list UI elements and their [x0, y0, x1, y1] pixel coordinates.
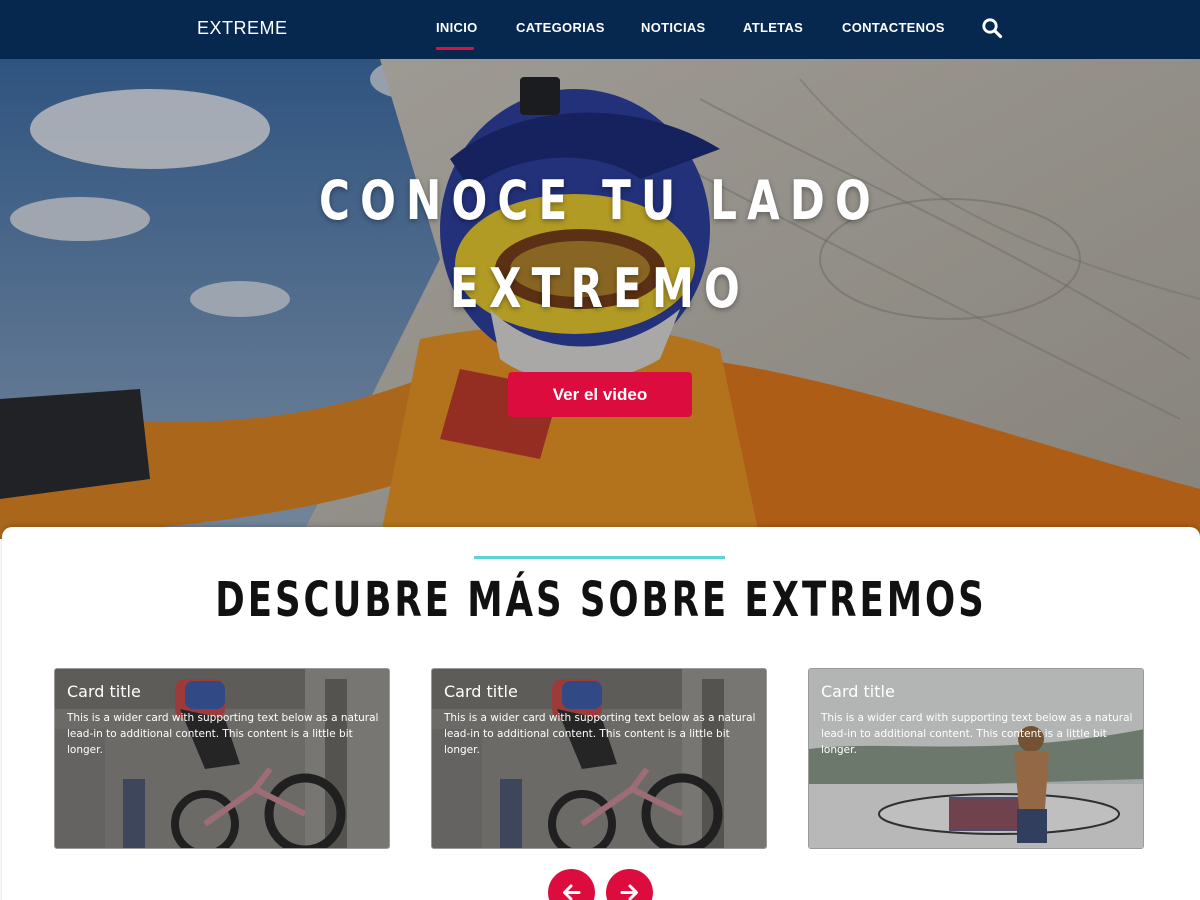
carousel-next-button[interactable]	[606, 869, 653, 900]
nav-item-contactenos[interactable]: CONTACTENOS	[842, 20, 945, 35]
card-2-title: Card title	[444, 682, 518, 701]
card-1-text: This is a wider card with supporting tex…	[67, 712, 379, 756]
hero-title: CONOCE TU LADO EXTREMO	[132, 157, 1068, 333]
carousel-prev-button[interactable]	[548, 869, 595, 900]
arrow-left-icon	[563, 884, 581, 900]
card-3-title: Card title	[821, 682, 895, 701]
nav-active-indicator	[436, 47, 474, 50]
nav-item-atletas[interactable]: ATLETAS	[743, 20, 803, 35]
discover-section: DESCUBRE MÁS SOBRE EXTREMOS Card title T…	[2, 527, 1200, 900]
nav-item-categorias[interactable]: CATEGORIAS	[516, 20, 605, 35]
section-divider	[474, 556, 725, 559]
card-2-text: This is a wider card with supporting tex…	[444, 712, 756, 756]
nav-item-inicio[interactable]: INICIO	[436, 20, 478, 35]
card-3[interactable]: Card title This is a wider card with sup…	[808, 668, 1144, 849]
watch-video-button[interactable]: Ver el video	[508, 372, 692, 417]
section-title: DESCUBRE MÁS SOBRE EXTREMOS	[215, 572, 987, 628]
hero-title-line-2: EXTREMO	[450, 257, 750, 320]
card-3-text: This is a wider card with supporting tex…	[821, 712, 1133, 756]
nav-item-noticias[interactable]: NOTICIAS	[641, 20, 706, 35]
search-icon[interactable]	[981, 17, 1003, 39]
card-1-title: Card title	[67, 682, 141, 701]
card-1[interactable]: Card title This is a wider card with sup…	[54, 668, 390, 849]
hero-title-line-1: CONOCE TU LADO	[319, 169, 881, 232]
card-2[interactable]: Card title This is a wider card with sup…	[431, 668, 767, 849]
hero-banner: CONOCE TU LADO EXTREMO Ver el video	[0, 59, 1200, 539]
brand-logo[interactable]: EXTREME	[197, 18, 288, 39]
navbar: EXTREME INICIO CATEGORIAS NOTICIAS ATLET…	[0, 0, 1200, 59]
arrow-right-icon	[620, 884, 638, 900]
